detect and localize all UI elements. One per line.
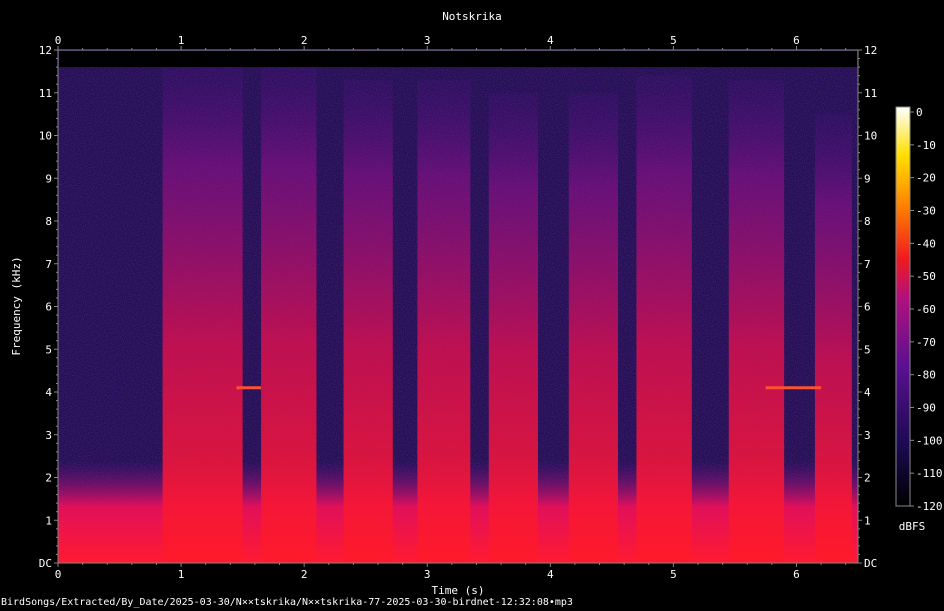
- y-tick-label-left: 12: [39, 44, 52, 57]
- call-band-3: [343, 79, 393, 564]
- y-tick-label-right: 9: [864, 172, 871, 185]
- y-tick-label-right: 7: [864, 258, 871, 271]
- y-tick-label-left: 7: [45, 258, 52, 271]
- y-tick-label-left: 10: [39, 130, 52, 143]
- colorbar-tick-label: -20: [916, 172, 936, 185]
- colorbar-label: dBFS: [899, 520, 926, 533]
- colorbar-tick-label: -40: [916, 237, 936, 250]
- spectrogram-chart: 00112233445566 DC DC1 12 23 34 45 56 67 78 89 910 1…: [10, 10, 943, 597]
- x-tick-label-top: 1: [178, 34, 185, 47]
- call-band-1: [162, 67, 243, 563]
- y-tick-label-left: DC: [39, 557, 52, 570]
- x-tick-label-bottom: 3: [424, 568, 431, 581]
- empty-top-band: [59, 51, 857, 68]
- colorbar-tick-label: -10: [916, 139, 936, 152]
- x-tick-label-bottom: 6: [793, 568, 800, 581]
- chart-title: Notskrika: [442, 10, 502, 23]
- y-tick-label-right: 1: [864, 514, 871, 527]
- colorbar-tick-label: -100: [916, 434, 943, 447]
- x-tick-label-bottom: 4: [547, 568, 554, 581]
- y-tick-label-right: 4: [864, 386, 871, 399]
- x-tick-label-top: 0: [55, 34, 62, 47]
- colorbar-ticks: 0 -10 -20 -30 -40 -50 -60 -70 -80 -90 -100 -110 -120: [910, 106, 943, 513]
- y-tick-label-left: 4: [45, 386, 52, 399]
- x-tick-label-top: 2: [301, 34, 308, 47]
- colorbar-tick-label: -110: [916, 467, 943, 480]
- y-tick-label-left: 8: [45, 215, 52, 228]
- colorbar-tick-label: -60: [916, 303, 936, 316]
- y-tick-label-left: 1: [45, 514, 52, 527]
- call-band-9: [814, 114, 852, 563]
- call-band-2: [261, 67, 317, 563]
- x-tick-label-bottom: 1: [178, 568, 185, 581]
- y-tick-label-right: 2: [864, 472, 871, 485]
- spectrogram-marks: [58, 51, 858, 564]
- y-tick-label-right: 3: [864, 429, 871, 442]
- y-tick-label-left: 6: [45, 301, 52, 314]
- y-tick-label-left: 11: [39, 87, 52, 100]
- colorbar-tick-label: -120: [916, 500, 943, 513]
- y-tick-label-right: 11: [864, 87, 877, 100]
- colorbar-tick-label: -90: [916, 402, 936, 415]
- y-tick-label-right: 6: [864, 301, 871, 314]
- y-tick-label-right: 8: [864, 215, 871, 228]
- y-tick-label-right: 10: [864, 130, 877, 143]
- y-axis-label: Frequency (kHz): [10, 256, 23, 355]
- call-band-4: [417, 79, 471, 564]
- call-band-6: [568, 92, 618, 563]
- y-tick-label-left: 5: [45, 343, 52, 356]
- y-tick-label-right: DC: [864, 557, 877, 570]
- y-tick-label-right: 5: [864, 343, 871, 356]
- file-path-footer: BirdSongs/Extracted/By_Date/2025-03-30/N…: [1, 597, 573, 608]
- call-band-7: [636, 75, 692, 564]
- y-tick-label-right: 12: [864, 44, 877, 57]
- y-tick-label-left: 3: [45, 429, 52, 442]
- colorbar-tick-label: -50: [916, 270, 936, 283]
- colorbar-tick-label: -70: [916, 336, 936, 349]
- colorbar-tick-label: 0: [916, 106, 923, 119]
- x-tick-label-top: 4: [547, 34, 554, 47]
- x-tick-label-top: 5: [670, 34, 677, 47]
- x-tick-label-bottom: 0: [55, 568, 62, 581]
- call-band-5: [488, 92, 538, 563]
- x-tick-label-top: 3: [424, 34, 431, 47]
- x-axis-label: Time (s): [432, 584, 485, 597]
- colorbar-tick-label: -30: [916, 205, 936, 218]
- y-tick-label-left: 2: [45, 472, 52, 485]
- x-tick-label-top: 6: [793, 34, 800, 47]
- call-band-8: [728, 79, 785, 564]
- x-tick-label-bottom: 5: [670, 568, 677, 581]
- y-tick-label-left: 9: [45, 172, 52, 185]
- colorbar-tick-label: -80: [916, 369, 936, 382]
- colorbar: [895, 106, 911, 507]
- x-tick-label-bottom: 2: [301, 568, 308, 581]
